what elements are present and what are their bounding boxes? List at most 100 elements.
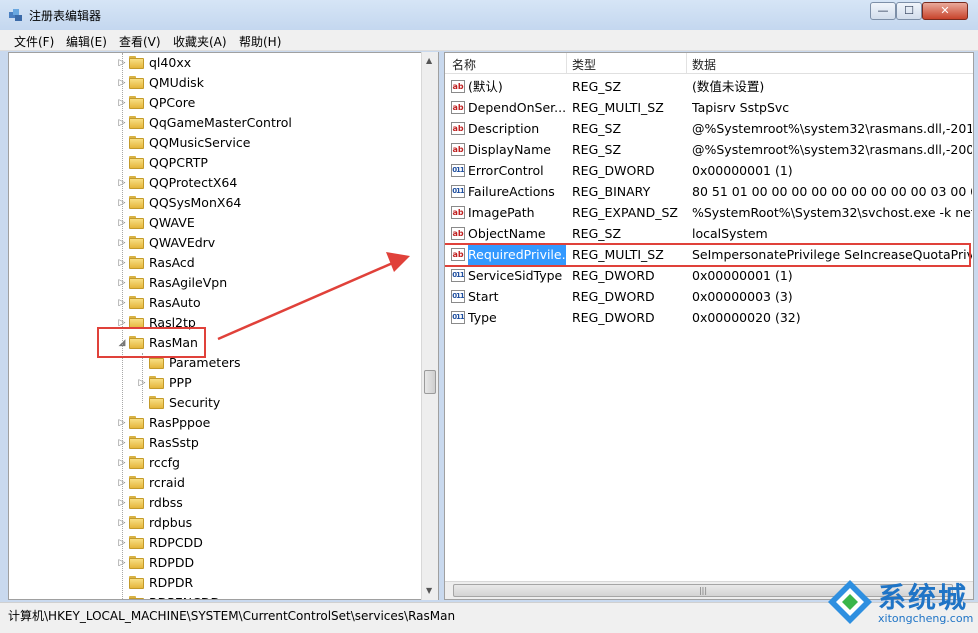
menu-edit[interactable]: 编辑(E): [66, 32, 107, 51]
value-name: FailureActions: [468, 184, 555, 199]
value-row[interactable]: ab RequiredPrivile... REG_MULTI_SZ SeImpers…: [445, 243, 973, 267]
value-row[interactable]: 011 ServiceSidType REG_DWORD 0x00000001 (1): [445, 265, 973, 286]
tree-item[interactable]: ▷ rccfg: [9, 453, 421, 473]
value-row[interactable]: 011 ErrorControl REG_DWORD 0x00000001 (1): [445, 160, 973, 181]
value-row[interactable]: ab ObjectName REG_SZ localSystem: [445, 223, 973, 244]
values-list-pane[interactable]: 名称 类型 数据 ab (默认) REG_SZ (数值未设置) ab DependOnSe…: [444, 52, 974, 600]
close-button[interactable]: ✕: [922, 2, 968, 20]
annotation-box-selected-value: [445, 243, 971, 267]
value-row[interactable]: 011 FailureActions REG_BINARY 80 51 01 00 0…: [445, 181, 973, 202]
value-type: REG_DWORD: [572, 163, 655, 178]
tree-item[interactable]: RDPDR: [9, 573, 421, 593]
column-divider[interactable]: [686, 53, 687, 73]
folder-icon: [129, 516, 144, 529]
tree-item-label: QPCore: [149, 95, 196, 110]
tree-item-label: QMUdisk: [149, 75, 204, 90]
column-divider[interactable]: [566, 53, 567, 73]
tree-item[interactable]: ▷ QMUdisk: [9, 73, 421, 93]
scroll-up-arrow-icon[interactable]: ▲: [426, 56, 432, 65]
menu-favorites[interactable]: 收藏夹(A): [173, 32, 227, 51]
value-type: REG_DWORD: [572, 310, 655, 325]
value-row[interactable]: ab DisplayName REG_SZ @%Systemroot%\system3…: [445, 139, 973, 160]
folder-icon: [129, 216, 144, 229]
string-value-icon: ab: [451, 122, 465, 135]
value-type: REG_EXPAND_SZ: [572, 205, 678, 220]
tree-item-label: RasPppoe: [149, 415, 211, 430]
folder-icon: [129, 436, 144, 449]
registry-editor-icon: [9, 9, 22, 21]
value-type: REG_SZ: [572, 226, 622, 241]
tree-item-label: rccfg: [149, 455, 180, 470]
value-type: REG_SZ: [572, 142, 622, 157]
folder-icon: [129, 56, 144, 69]
watermark-brand: 系统城: [878, 581, 969, 614]
tree-item[interactable]: Parameters: [9, 353, 421, 373]
folder-icon: [129, 156, 144, 169]
watermark-url: xitongcheng.com: [878, 612, 974, 625]
tree-item[interactable]: ▷ QWAVE: [9, 213, 421, 233]
tree-item[interactable]: ▷ RDPCDD: [9, 533, 421, 553]
value-name: ImagePath: [468, 205, 535, 220]
tree-item-label: RDPDR: [149, 575, 194, 590]
tree-item-label: rdbss: [149, 495, 183, 510]
tree-item-label: QQMusicService: [149, 135, 251, 150]
folder-icon: [129, 236, 144, 249]
folder-icon: [129, 476, 144, 489]
tree-item[interactable]: ▷ RasPppoe: [9, 413, 421, 433]
tree-item[interactable]: ▷ RDPDD: [9, 553, 421, 573]
folder-icon: [129, 276, 144, 289]
column-type-header[interactable]: 类型: [572, 56, 596, 73]
folder-icon: [129, 416, 144, 429]
tree-item-label: QqGameMasterControl: [149, 115, 292, 130]
tree-item[interactable]: ▷ ql40xx: [9, 53, 421, 73]
value-row[interactable]: ab (默认) REG_SZ (数值未设置): [445, 76, 973, 97]
folder-icon: [129, 536, 144, 549]
value-type: REG_DWORD: [572, 289, 655, 304]
folder-icon: [149, 376, 164, 389]
tree-item[interactable]: ▷ rdbss: [9, 493, 421, 513]
column-data-header[interactable]: 数据: [692, 56, 716, 73]
tree-item[interactable]: ▷ QqGameMasterControl: [9, 113, 421, 133]
tree-item[interactable]: ▷ QPCore: [9, 93, 421, 113]
value-type: REG_SZ: [572, 121, 622, 136]
minimize-button[interactable]: —: [870, 2, 896, 20]
tree-item-label: rdpbus: [149, 515, 193, 530]
value-row[interactable]: ab ImagePath REG_EXPAND_SZ %SystemRoot%\Sys…: [445, 202, 973, 223]
binary-value-icon: 011: [451, 269, 465, 282]
tree-item-label: RDPCDD: [149, 535, 203, 550]
value-row[interactable]: ab Description REG_SZ @%Systemroot%\system3…: [445, 118, 973, 139]
menu-view[interactable]: 查看(V): [119, 32, 161, 51]
folder-icon: [129, 76, 144, 89]
value-data: 80 51 01 00 00 00 00 00 00 00 00 00 03 0…: [692, 184, 972, 199]
tree-item-label: RDPENCDD: [149, 593, 220, 599]
tree-item[interactable]: QQMusicService: [9, 133, 421, 153]
tree-item[interactable]: ▷ QQProtectX64: [9, 173, 421, 193]
menu-help[interactable]: 帮助(H): [239, 32, 281, 51]
tree-item[interactable]: Security: [9, 393, 421, 413]
tree-item[interactable]: ▷ QQSysMonX64: [9, 193, 421, 213]
tree-scroll-thumb[interactable]: [424, 370, 436, 394]
tree-item-label: RasSstp: [149, 435, 199, 450]
value-data: 0x00000001 (1): [692, 163, 793, 178]
tree-item[interactable]: ▷ rdpbus: [9, 513, 421, 533]
tree-item-label: ql40xx: [149, 55, 192, 70]
value-name: Start: [468, 289, 499, 304]
tree-item[interactable]: ▷RDPENCDD: [9, 593, 421, 599]
scroll-down-arrow-icon[interactable]: ▼: [426, 586, 432, 595]
tree-item[interactable]: ▷ rcraid: [9, 473, 421, 493]
value-row[interactable]: 011 Type REG_DWORD 0x00000020 (32): [445, 307, 973, 328]
value-row[interactable]: ab DependOnSer... REG_MULTI_SZ Tapisrv Sstp…: [445, 97, 973, 118]
value-name: ErrorControl: [468, 163, 544, 178]
column-name-header[interactable]: 名称: [452, 56, 476, 73]
string-value-icon: ab: [451, 227, 465, 240]
maximize-button[interactable]: ☐: [896, 2, 922, 20]
value-row[interactable]: 011 Start REG_DWORD 0x00000003 (3): [445, 286, 973, 307]
tree-item[interactable]: ▷ PPP: [9, 373, 421, 393]
tree-item[interactable]: ▷ RasSstp: [9, 433, 421, 453]
binary-value-icon: 011: [451, 311, 465, 324]
folder-icon: [129, 456, 144, 469]
tree-item[interactable]: QQPCRTP: [9, 153, 421, 173]
menu-file[interactable]: 文件(F): [14, 32, 54, 51]
value-data: (数值未设置): [692, 79, 765, 94]
string-value-icon: ab: [451, 143, 465, 156]
